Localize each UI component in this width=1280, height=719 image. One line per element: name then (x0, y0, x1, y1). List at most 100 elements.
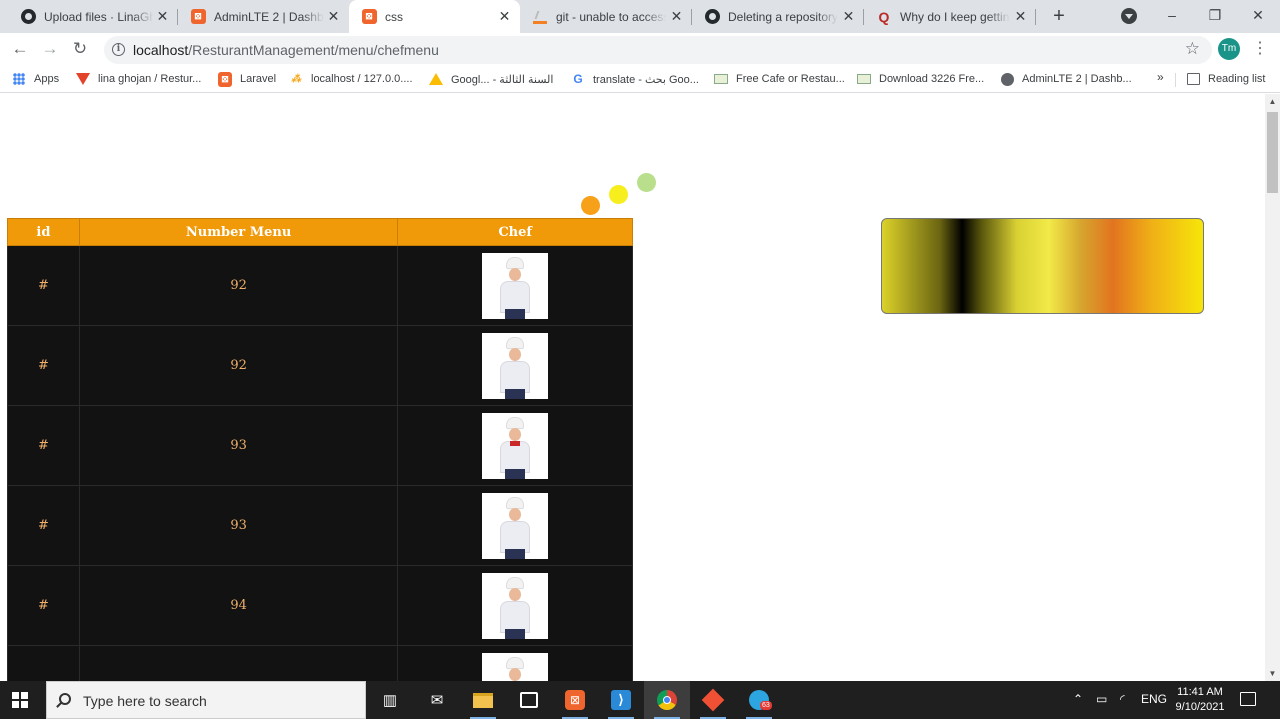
bookmark-item[interactable]: ⁂ localhost / 127.0.0.... (289, 70, 413, 88)
page-scrollbar[interactable]: ▲ ▼ (1265, 94, 1280, 681)
chrome-icon[interactable] (652, 685, 682, 719)
bookmarks-overflow-button[interactable]: » (1157, 70, 1164, 84)
bookmark-label: translate - بحث Goo... (593, 73, 699, 86)
bookmark-item[interactable]: Free Cafe or Restau... (714, 70, 845, 88)
browser-tab[interactable]: git - unable to access ✕ (520, 0, 692, 33)
taskbar-search-box[interactable]: Type here to search (46, 681, 366, 719)
bookmark-label: Download 3226 Fre... (879, 73, 985, 85)
chef-photo (482, 572, 549, 639)
reload-icon[interactable]: ↻ (68, 37, 92, 61)
github-icon (704, 9, 720, 25)
address-bar[interactable]: i localhost/ResturantManagement/menu/che… (104, 36, 1212, 64)
telegram-icon[interactable]: 63 (744, 685, 774, 719)
reading-list-button[interactable]: Reading list (1186, 70, 1265, 88)
image-icon (857, 72, 871, 86)
column-header-number-menu: Number Menu (78, 218, 399, 246)
table-row: #93 (7, 405, 633, 486)
table-row: #92 (7, 325, 633, 406)
cell-number-menu: 93 (78, 405, 399, 486)
forward-arrow-icon[interactable]: → (38, 37, 62, 61)
url-text[interactable]: localhost/ResturantManagement/menu/chefm… (133, 42, 439, 58)
column-header-chef: Chef (397, 218, 633, 246)
scrollbar-thumb[interactable] (1267, 112, 1278, 193)
bookmark-label: Laravel (240, 73, 277, 85)
windows-start-icon[interactable] (12, 692, 28, 708)
cell-chef (397, 325, 633, 406)
battery-icon[interactable]: ▭ (1096, 692, 1107, 706)
table-row: #94 (7, 565, 633, 646)
bookmark-label: AdminLTE 2 | Dashb... (1022, 73, 1132, 85)
green-dot (637, 173, 656, 192)
search-icon (59, 693, 71, 705)
tab-search-icon[interactable] (1121, 8, 1137, 24)
cell-chef (397, 565, 633, 646)
restore-button[interactable]: ❐ (1193, 0, 1237, 30)
vscode-icon[interactable]: ⟩ (606, 685, 636, 719)
bookmarks-bar: » Reading list Apps lina ghojan / Restur.… (0, 65, 1280, 93)
bookmark-item[interactable]: ⊠ Laravel (218, 70, 276, 88)
cell-chef (397, 485, 633, 566)
store-icon[interactable] (514, 685, 544, 715)
tab-title: Upload files · LinaGhojan/ (44, 9, 154, 24)
bookmark-star-icon[interactable]: ☆ (1185, 39, 1200, 59)
bookmark-item[interactable]: Download 3226 Fre... (857, 70, 984, 88)
site-info-icon[interactable]: i (112, 43, 125, 56)
git-icon[interactable] (698, 685, 728, 719)
xampp-icon[interactable]: ⊠ (560, 685, 590, 719)
browser-tab[interactable]: Q Why do I keep getting ✕ (864, 0, 1036, 33)
bookmark-item[interactable]: lina ghojan / Restur... (76, 70, 201, 88)
bookmark-item[interactable]: Gtranslate - بحث Goo... (571, 70, 699, 88)
tab-title: AdminLTE 2 | Dashboard (214, 9, 324, 24)
tab-close-icon[interactable]: ✕ (1013, 9, 1028, 24)
tab-close-icon[interactable]: ✕ (841, 9, 856, 24)
bookmark-item[interactable]: Googl... - السنة الثالثة (429, 70, 553, 88)
cell-id: # (7, 565, 80, 646)
adminlte-icon: ⊠ (190, 9, 206, 25)
cell-number-menu: 92 (78, 245, 399, 326)
reading-list-label: Reading list (1208, 73, 1266, 85)
mail-icon[interactable]: ✉ (422, 685, 452, 715)
taskbar-search-placeholder: Type here to search (83, 693, 207, 709)
scroll-down-arrow-icon[interactable]: ▼ (1265, 666, 1280, 681)
taskbar-clock[interactable]: 11:41 AM 9/10/2021 (1171, 685, 1229, 715)
task-view-icon[interactable]: ▥ (375, 685, 405, 715)
phpmyadmin-icon: ⁂ (291, 73, 301, 85)
chef-menu-table: id Number Menu Chef #92 #92 #93 #93 #94 (7, 218, 633, 681)
bookmark-item[interactable]: Apps (12, 70, 59, 88)
tab-separator (1035, 9, 1036, 25)
google-drive-icon (429, 72, 443, 86)
orange-dot (581, 196, 600, 215)
close-window-button[interactable]: ✕ (1236, 0, 1280, 30)
browser-toolbar: ← → ↻ i localhost/ResturantManagement/me… (0, 33, 1280, 65)
notification-center-icon[interactable] (1240, 692, 1256, 706)
browser-tab[interactable]: Upload files · LinaGhojan/✕ (8, 0, 178, 33)
cell-chef (397, 645, 633, 681)
tab-close-icon[interactable]: ✕ (155, 9, 170, 24)
page-viewport: id Number Menu Chef #92 #92 #93 #93 #94 (0, 94, 1265, 681)
tray-overflow-icon[interactable]: ⌃ (1073, 692, 1083, 706)
back-arrow-icon[interactable]: ← (8, 37, 32, 61)
browser-menu-icon[interactable]: ⋮ (1252, 38, 1268, 60)
tab-close-icon[interactable]: ✕ (669, 9, 684, 24)
file-explorer-icon[interactable] (468, 685, 498, 719)
scroll-up-arrow-icon[interactable]: ▲ (1265, 94, 1280, 109)
cell-chef (397, 245, 633, 326)
image-icon (714, 72, 728, 86)
gitlab-icon (76, 72, 90, 86)
new-tab-button[interactable]: + (1047, 4, 1071, 28)
tab-title: Deleting a repository - (728, 9, 838, 24)
browser-tab[interactable]: Deleting a repository - ✕ (692, 0, 864, 33)
cell-id (7, 645, 80, 681)
bookmark-label: localhost / 127.0.0.... (311, 73, 413, 85)
tab-close-icon[interactable]: ✕ (497, 9, 512, 24)
minimize-button[interactable]: – (1150, 0, 1194, 30)
language-indicator[interactable]: ENG (1141, 692, 1167, 706)
profile-avatar[interactable]: Tm (1218, 38, 1240, 60)
tab-title: css (385, 9, 403, 24)
cell-number-menu (78, 645, 399, 681)
browser-tab[interactable]: ⊠ AdminLTE 2 | Dashboard✕ (178, 0, 349, 33)
wifi-icon[interactable]: ◜ (1120, 692, 1125, 706)
bookmark-item[interactable]: AdminLTE 2 | Dashb... (1000, 70, 1132, 88)
browser-tab[interactable]: ⊠ css ✕ (349, 0, 520, 33)
tab-close-icon[interactable]: ✕ (326, 9, 341, 24)
